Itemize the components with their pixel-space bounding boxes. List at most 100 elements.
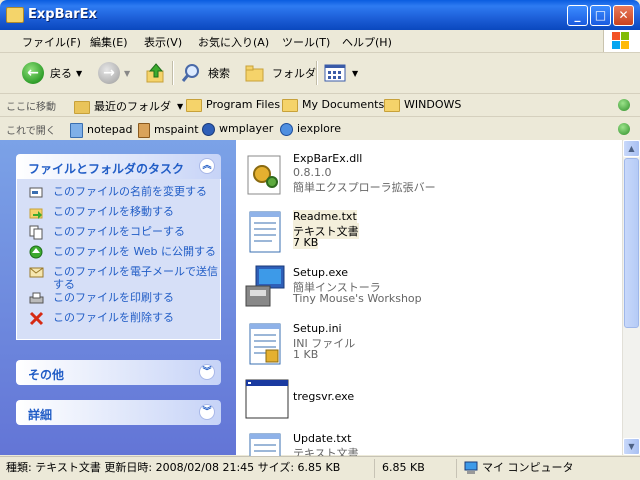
other-places-title: その他 <box>28 368 65 382</box>
details-title: 詳細 <box>28 408 53 422</box>
file-tasks-title: ファイルとフォルダのタスク <box>28 162 185 176</box>
search-button[interactable]: 検索 <box>180 60 230 86</box>
status-location: マイ コンピュータ <box>464 460 574 476</box>
menu-favorites[interactable]: お気に入り(A) <box>198 34 269 50</box>
details-header[interactable]: 詳細 ︾ <box>16 400 221 425</box>
recent-folders-label: 最近のフォルダ <box>94 100 171 113</box>
notepad-icon <box>70 123 83 138</box>
back-label: 戻る <box>50 67 72 80</box>
recent-folders-dropdown-icon: ▼ <box>177 101 184 111</box>
folders-button[interactable]: フォルダ <box>244 60 316 86</box>
folder-icon <box>282 99 298 112</box>
up-folder-button[interactable] <box>145 60 167 86</box>
collapse-icon[interactable]: ︽ <box>199 158 215 174</box>
menu-help[interactable]: ヘルプ(H) <box>342 34 392 50</box>
file-size: 7 KB <box>293 236 319 249</box>
vertical-scrollbar[interactable]: ▲ ▼ <box>622 140 640 455</box>
minimize-button[interactable]: _ <box>567 5 588 26</box>
file-name: tregsvr.exe <box>293 390 355 403</box>
task-move[interactable]: このファイルを移動する <box>17 205 220 225</box>
folder-icon <box>6 7 24 23</box>
toolbar-separator <box>316 61 318 85</box>
search-icon <box>181 64 199 82</box>
open-mspaint[interactable]: mspaint <box>138 122 199 138</box>
file-item[interactable]: Setup.exe 簡単インストーラ Tiny Mouse's Workshop <box>236 264 616 324</box>
open-with-bar: これで開く notepad mspaint wmplayer iexplore <box>0 118 640 141</box>
other-places-group: その他 ︾ <box>16 360 221 385</box>
expand-icon[interactable]: ︾ <box>199 404 215 420</box>
menu-file[interactable]: ファイル(F) <box>22 34 81 50</box>
back-button[interactable]: ← 戻る ▼ <box>22 60 82 86</box>
open-wmplayer[interactable]: wmplayer <box>202 122 273 136</box>
up-folder-icon <box>146 63 164 83</box>
open-item-label: mspaint <box>154 123 199 136</box>
goto-program-files[interactable]: Program Files <box>186 98 281 112</box>
menu-edit[interactable]: 編集(E) <box>90 34 128 50</box>
toolbar: ← 戻る ▼ → ▼ 検索 フォルダ ▼ <box>0 53 640 94</box>
views-dropdown-icon[interactable]: ▼ <box>352 69 358 78</box>
back-arrow-icon: ← <box>22 62 44 84</box>
menu-view[interactable]: 表示(V) <box>144 34 182 50</box>
other-places-header[interactable]: その他 ︾ <box>16 360 221 385</box>
goto-windows[interactable]: WINDOWS <box>384 98 461 112</box>
open-notepad[interactable]: notepad <box>70 122 133 138</box>
print-icon <box>29 292 44 304</box>
status-info: 種類: テキスト文書 更新日時: 2008/02/08 21:45 サイズ: 6… <box>6 461 341 474</box>
go-icon[interactable] <box>618 123 630 135</box>
details-group: 詳細 ︾ <box>16 400 221 425</box>
file-name: Readme.txt <box>293 210 357 223</box>
task-web-publish[interactable]: このファイルを Web に公開する <box>17 245 220 265</box>
goto-item-label: Program Files <box>206 98 281 111</box>
file-item[interactable]: tregsvr.exe <box>236 376 616 436</box>
windows-logo <box>603 30 640 52</box>
copy-icon <box>29 225 43 240</box>
email-icon <box>29 267 44 278</box>
open-iexplore[interactable]: iexplore <box>280 122 341 136</box>
dll-icon <box>247 155 281 195</box>
file-item[interactable]: ExpBarEx.dll 0.8.1.0 簡単エクスプローラ拡張バー <box>236 148 616 208</box>
window-title: ExpBarEx <box>28 7 97 22</box>
status-location-label: マイ コンピュータ <box>482 461 574 474</box>
file-company: Tiny Mouse's Workshop <box>293 292 422 305</box>
maximize-button[interactable]: □ <box>590 5 611 26</box>
explorer-window: ExpBarEx _ □ ✕ ファイル(F) 編集(E) 表示(V) お気に入り… <box>0 0 640 480</box>
scroll-down-button[interactable]: ▼ <box>623 438 640 455</box>
recent-folders-menu[interactable]: 最近のフォルダ ▼ <box>74 98 183 114</box>
go-icon[interactable] <box>618 99 630 111</box>
file-description: 簡単エクスプローラ拡張バー <box>293 181 436 194</box>
task-print[interactable]: このファイルを印刷する <box>17 291 220 311</box>
goto-label: ここに移動 <box>6 102 56 113</box>
installer-icon <box>245 265 285 307</box>
menu-tools[interactable]: ツール(T) <box>282 34 330 50</box>
task-rename[interactable]: このファイルの名前を変更する <box>17 185 220 205</box>
goto-my-documents[interactable]: My Documents <box>282 98 384 112</box>
close-button[interactable]: ✕ <box>613 5 634 26</box>
task-email[interactable]: このファイルを電子メールで送信する <box>17 265 220 291</box>
move-icon <box>29 208 43 219</box>
file-item[interactable]: Readme.txt テキスト文書 7 KB <box>236 208 616 268</box>
forward-dropdown-icon[interactable]: ▼ <box>124 69 130 78</box>
folder-icon <box>384 99 400 112</box>
expand-icon[interactable]: ︾ <box>199 364 215 380</box>
task-copy[interactable]: このファイルをコピーする <box>17 225 220 245</box>
my-computer-icon <box>464 461 478 474</box>
file-version: 0.8.1.0 <box>293 166 332 179</box>
file-tasks-header[interactable]: ファイルとフォルダのタスク ︽ <box>16 154 221 179</box>
mspaint-icon <box>138 123 150 138</box>
folder-icon <box>186 99 202 112</box>
title-bar[interactable]: ExpBarEx _ □ ✕ <box>0 0 640 30</box>
status-separator <box>456 459 457 478</box>
scroll-thumb[interactable] <box>624 158 639 328</box>
views-icon <box>324 64 346 82</box>
open-item-label: notepad <box>87 123 133 136</box>
file-list: ExpBarEx.dll 0.8.1.0 簡単エクスプローラ拡張バー Readm… <box>236 140 622 475</box>
task-delete[interactable]: このファイルを削除する <box>17 311 220 331</box>
status-size: 6.85 KB <box>382 461 425 474</box>
forward-button[interactable]: → ▼ <box>98 60 130 86</box>
scroll-up-button[interactable]: ▲ <box>623 140 640 157</box>
file-item[interactable]: Setup.ini INI ファイル 1 KB <box>236 320 616 380</box>
views-button[interactable]: ▼ <box>324 60 358 86</box>
windows-flag-icon <box>612 32 630 50</box>
back-dropdown-icon[interactable]: ▼ <box>76 69 82 78</box>
rename-icon <box>29 187 43 198</box>
